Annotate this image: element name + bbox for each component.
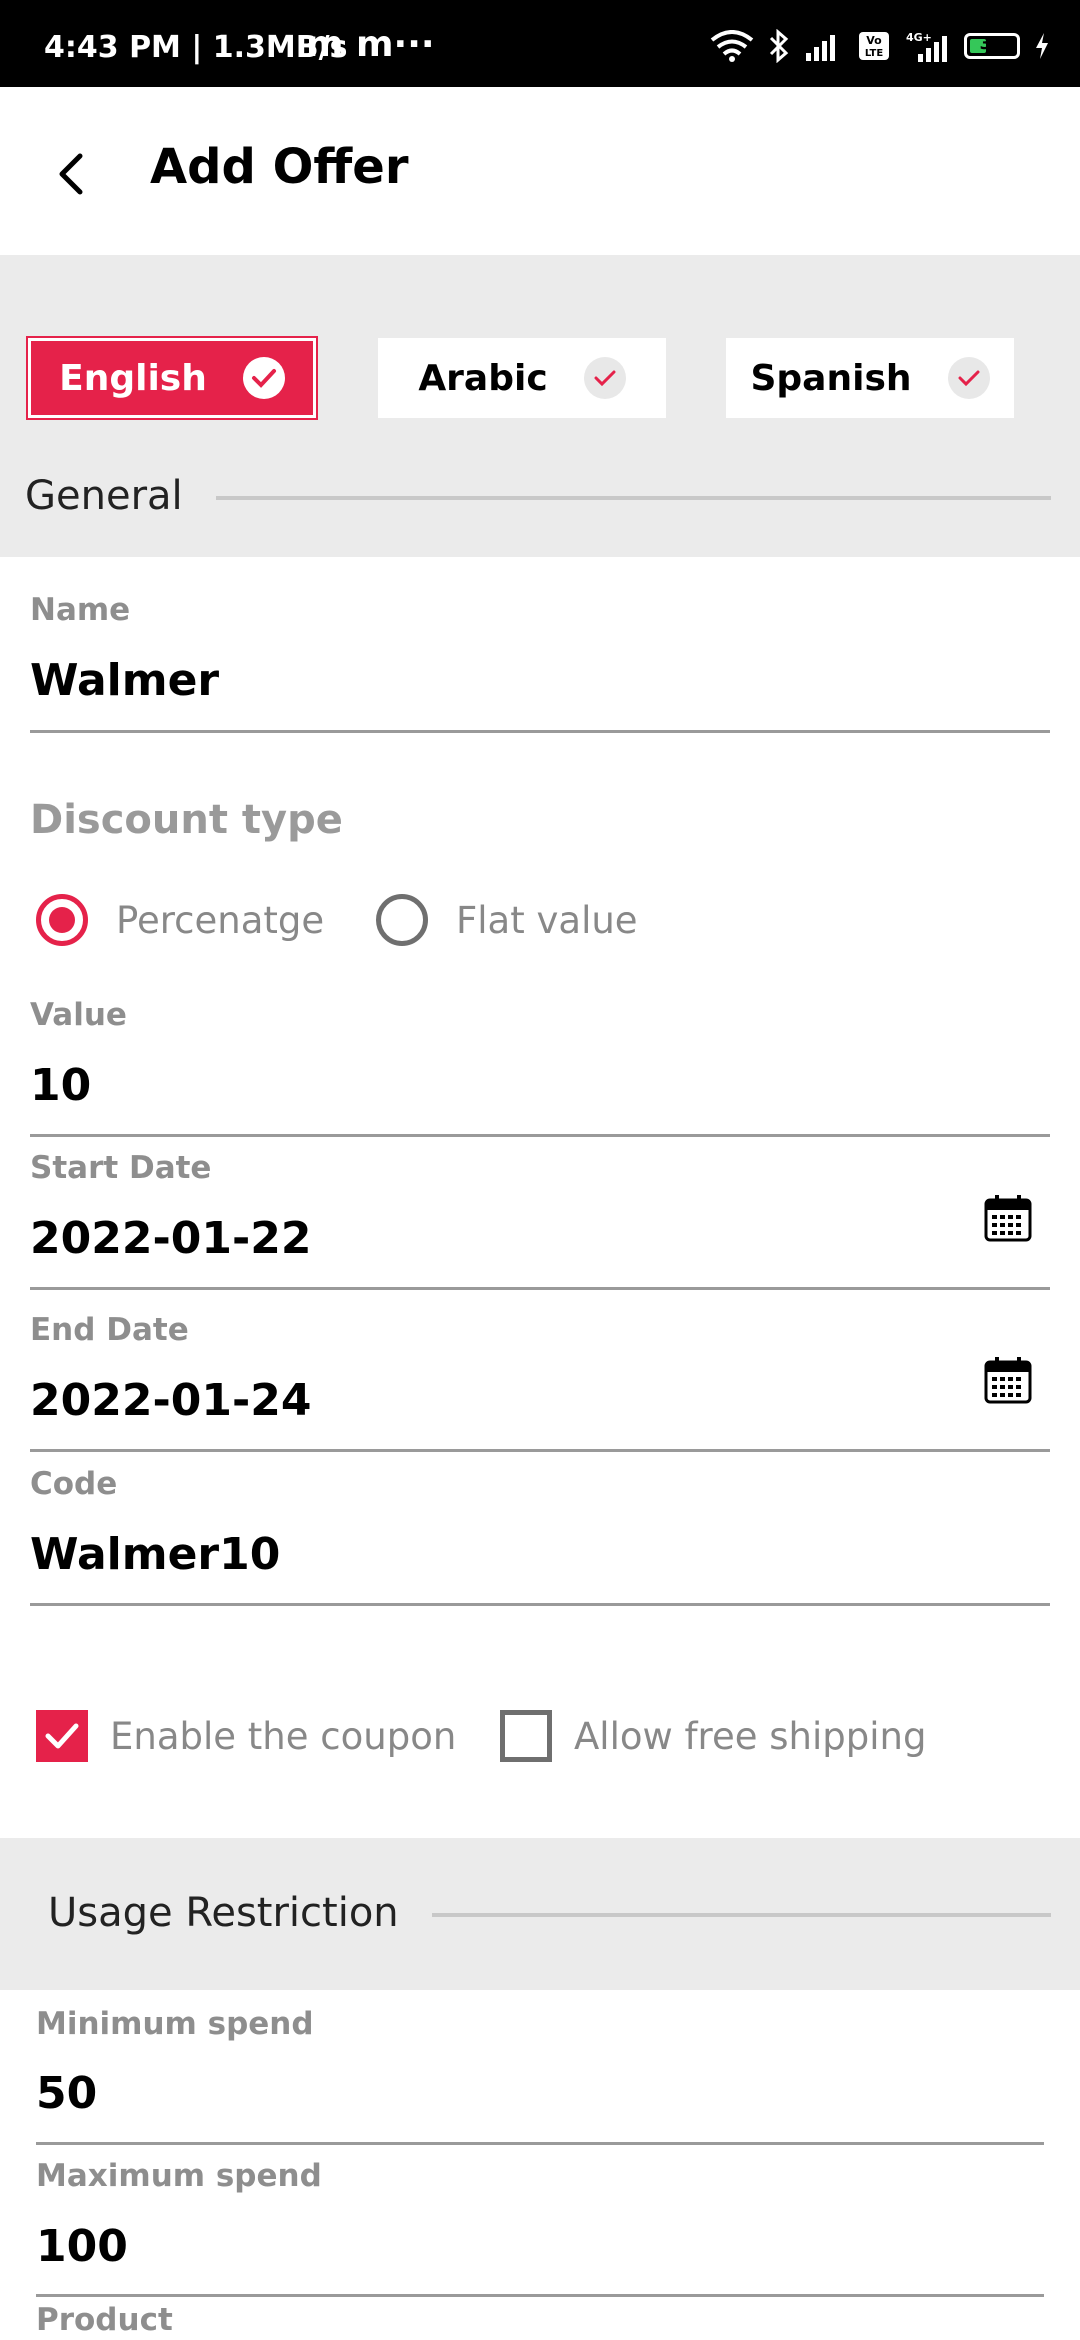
maximum-spend-underline xyxy=(36,2294,1044,2297)
radio-percentage[interactable]: Percenatge xyxy=(36,894,324,946)
checkbox-unchecked-icon xyxy=(500,1710,552,1762)
section-title-general: General xyxy=(25,473,183,519)
volte-icon: Vo LTE xyxy=(859,32,889,60)
language-band: English Arabic Spanish General xyxy=(0,255,1080,557)
minimum-spend-field[interactable]: 50 xyxy=(36,2068,97,2119)
value-underline xyxy=(30,1134,1050,1137)
code-field[interactable]: Walmer10 xyxy=(30,1529,280,1580)
section-title-usage: Usage Restriction xyxy=(48,1890,399,1936)
wifi-icon xyxy=(710,30,754,62)
language-tab-english[interactable]: English xyxy=(28,338,316,418)
svg-text:4G+: 4G+ xyxy=(906,31,932,44)
calendar-icon[interactable] xyxy=(983,1193,1033,1243)
start-date-label: Start Date xyxy=(30,1150,212,1186)
enable-coupon-label: Enable the coupon xyxy=(110,1714,457,1758)
check-icon xyxy=(242,357,285,399)
free-shipping-checkbox[interactable]: Allow free shipping xyxy=(500,1710,926,1762)
radio-label-flat-value: Flat value xyxy=(456,898,638,942)
maximum-spend-label: Maximum spend xyxy=(36,2158,322,2194)
page-title: Add Offer xyxy=(150,139,409,195)
name-field[interactable]: Walmer xyxy=(30,655,219,706)
value-field[interactable]: 10 xyxy=(30,1060,91,1111)
carrier-glyphs: m m··· xyxy=(306,24,435,65)
radio-flat-value[interactable]: Flat value xyxy=(376,894,638,946)
name-label: Name xyxy=(30,592,131,628)
name-underline xyxy=(30,730,1050,733)
start-date-field[interactable]: 2022-01-22 xyxy=(30,1213,311,1264)
free-shipping-label: Allow free shipping xyxy=(574,1714,927,1758)
value-label: Value xyxy=(30,997,127,1033)
bluetooth-icon xyxy=(769,29,789,63)
end-date-label: End Date xyxy=(30,1312,189,1348)
signal-icon xyxy=(806,35,835,61)
charging-icon xyxy=(1036,33,1048,59)
section-divider xyxy=(216,496,1051,500)
end-date-underline xyxy=(30,1449,1050,1452)
status-time: 4:43 PM | 1.3MB/s xyxy=(44,30,348,65)
code-underline xyxy=(30,1603,1050,1606)
end-date-field[interactable]: 2022-01-24 xyxy=(30,1375,311,1426)
product-label: Product xyxy=(36,2302,173,2338)
radio-unselected-icon xyxy=(376,894,428,946)
battery-level: 32 xyxy=(979,33,1005,54)
4g-signal-icon: 4G+ xyxy=(906,31,947,62)
enable-coupon-checkbox[interactable]: Enable the coupon xyxy=(36,1710,456,1762)
battery-icon: 32 xyxy=(964,33,1020,59)
check-icon xyxy=(583,357,626,399)
status-bar: 4:43 PM | 1.3MB/s m m··· Vo LTE 4G+ 32 xyxy=(0,0,1080,87)
code-label: Code xyxy=(30,1466,118,1502)
back-arrow-icon[interactable] xyxy=(50,152,94,196)
radio-selected-icon xyxy=(36,894,88,946)
svg-text:Vo: Vo xyxy=(866,34,882,47)
language-tab-arabic[interactable]: Arabic xyxy=(378,338,666,418)
radio-label-percentage: Percenatge xyxy=(116,898,325,942)
discount-type-heading: Discount type xyxy=(30,797,343,843)
start-date-underline xyxy=(30,1287,1050,1290)
svg-text:LTE: LTE xyxy=(865,48,884,59)
checkbox-checked-icon xyxy=(36,1710,88,1762)
app-bar: Add Offer xyxy=(0,87,1080,255)
language-tab-spanish[interactable]: Spanish xyxy=(726,338,1014,418)
maximum-spend-field[interactable]: 100 xyxy=(36,2221,128,2272)
language-label: Arabic xyxy=(418,357,548,399)
status-icons: Vo LTE 4G+ 32 xyxy=(710,26,1050,66)
section-divider xyxy=(432,1913,1051,1917)
minimum-spend-underline xyxy=(36,2142,1044,2145)
minimum-spend-label: Minimum spend xyxy=(36,2006,314,2042)
calendar-icon[interactable] xyxy=(983,1355,1033,1405)
language-label: English xyxy=(59,357,207,399)
usage-restriction-band: Usage Restriction xyxy=(0,1838,1080,1990)
language-label: Spanish xyxy=(750,357,912,399)
check-icon xyxy=(947,357,990,399)
